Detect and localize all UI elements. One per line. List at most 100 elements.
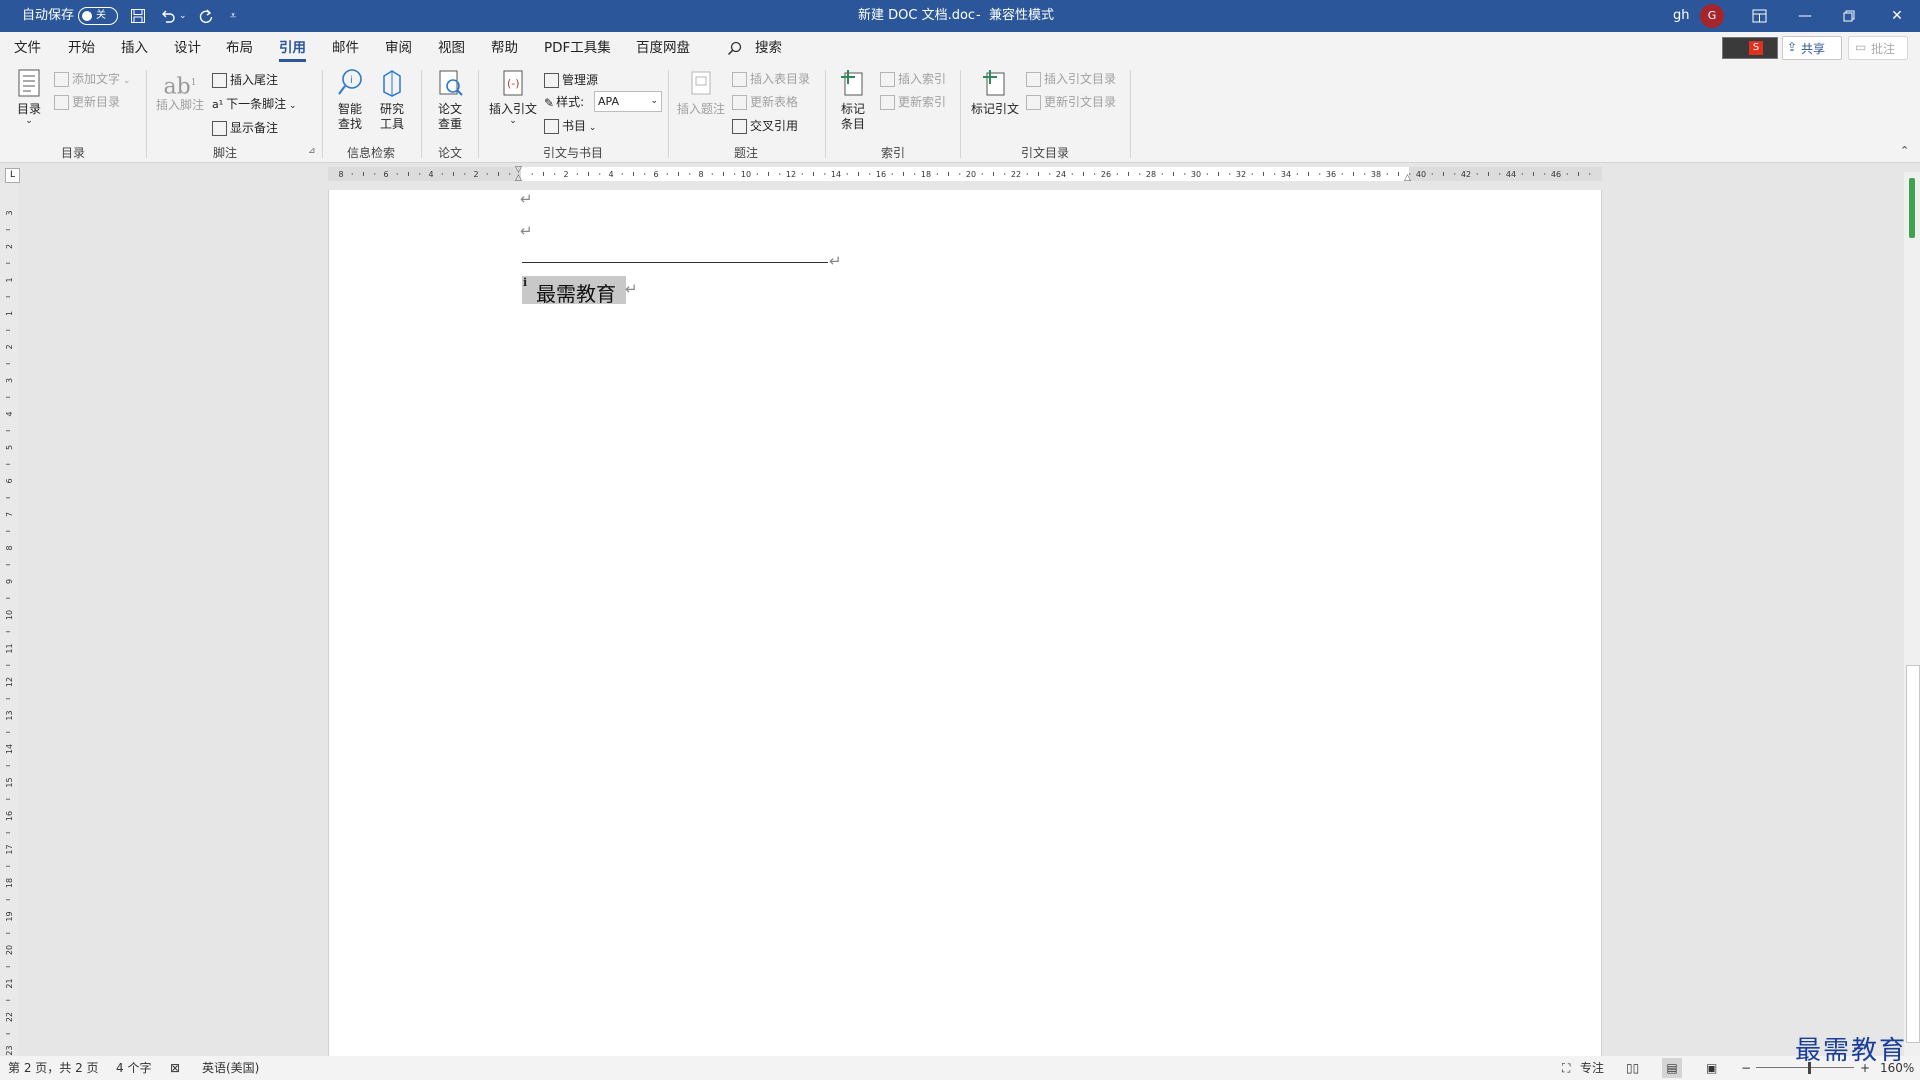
share-button[interactable]: ⇪ 共享 <box>1782 36 1842 60</box>
print-layout-icon[interactable]: ▤ <box>1662 1058 1682 1078</box>
insert-citation-dropdown-icon: ⌄ <box>509 116 517 126</box>
svg-text:(-): (-) <box>507 77 520 90</box>
footnote-text[interactable]: 最需教育 <box>536 278 616 307</box>
autosave-toggle[interactable]: 关 <box>78 7 118 25</box>
update-toa-label: 更新引文目录 <box>1044 95 1117 109</box>
word-count[interactable]: 4 个字 <box>116 1056 151 1080</box>
tab-help[interactable]: 帮助 <box>491 32 518 64</box>
vruler-number: 2 <box>5 344 14 349</box>
avatar[interactable]: G <box>1700 4 1724 28</box>
add-text-label: 添加文字 <box>72 72 121 86</box>
vruler-number: 1 <box>5 277 14 282</box>
ribbon-display-icon[interactable] <box>1752 9 1767 23</box>
ruler-number: 18 <box>921 170 931 179</box>
manage-sources-button[interactable]: 管理源 <box>544 71 598 88</box>
svg-text:i: i <box>350 75 353 86</box>
cross-reference-button[interactable]: 交叉引用 <box>732 117 798 134</box>
insert-caption-button[interactable]: 插入题注 <box>676 68 726 117</box>
citation-style-select[interactable]: APA ⌄ <box>594 91 662 112</box>
update-toc-button[interactable]: 更新目录 <box>54 93 120 110</box>
tab-design[interactable]: 设计 <box>174 32 201 64</box>
insert-index-button[interactable]: 插入索引 <box>880 70 946 87</box>
undo-icon[interactable] <box>160 8 176 24</box>
cross-reference-icon <box>732 119 747 134</box>
next-footnote-label: 下一条脚注 <box>226 97 287 111</box>
vertical-scrollbar[interactable] <box>1904 172 1920 1056</box>
tab-insert[interactable]: 插入 <box>121 32 148 64</box>
insert-endnote-button[interactable]: 插入尾注 <box>212 71 278 88</box>
cross-reference-label: 交叉引用 <box>750 119 799 133</box>
vruler-number: 8 <box>5 545 14 550</box>
redo-icon[interactable] <box>198 8 214 24</box>
proofing-icon[interactable]: ⊠ <box>170 1056 180 1080</box>
undo-dropdown-icon[interactable]: ⌄ <box>179 0 187 32</box>
tab-layout[interactable]: 布局 <box>226 32 253 64</box>
toc-label: 目录 <box>16 102 41 116</box>
ime-toolbar[interactable]: S <box>1722 37 1778 59</box>
footnote-separator <box>522 262 828 263</box>
next-footnote-icon: a¹ <box>212 98 224 111</box>
search-icon[interactable] <box>727 41 742 56</box>
tab-file[interactable]: 文件 <box>14 32 41 64</box>
user-name[interactable]: gh <box>1673 0 1690 32</box>
tab-review[interactable]: 审阅 <box>385 32 412 64</box>
update-index-button[interactable]: 更新索引 <box>880 93 946 110</box>
insert-toa-button[interactable]: 插入引文目录 <box>1026 70 1116 87</box>
focus-icon[interactable]: ⛶ <box>1562 1056 1570 1080</box>
tab-selector-icon[interactable]: L <box>5 168 20 183</box>
tab-view[interactable]: 视图 <box>438 32 465 64</box>
add-text-button[interactable]: 添加文字 ⌄ <box>54 70 130 87</box>
watermark-text: 最需教育 <box>1795 1036 1908 1066</box>
language-indicator[interactable]: 英语(美国) <box>202 1056 259 1080</box>
update-table-button[interactable]: 更新表格 <box>732 93 798 110</box>
right-indent-icon[interactable]: △ <box>1404 173 1411 183</box>
hanging-indent-icon[interactable]: △ <box>515 173 522 183</box>
zoom-slider[interactable] <box>1756 1067 1854 1068</box>
tab-home[interactable]: 开始 <box>68 32 95 64</box>
mark-entry-button[interactable]: 标记 条目 <box>834 68 872 132</box>
tab-references[interactable]: 引用 <box>279 32 306 64</box>
ruler-number: 16 <box>876 170 886 179</box>
minimize-icon[interactable]: — <box>1782 0 1828 32</box>
save-icon[interactable] <box>130 8 146 24</box>
toc-button[interactable]: 目录 ⌄ <box>12 68 46 126</box>
close-icon[interactable]: ✕ <box>1874 0 1920 32</box>
smart-lookup-button[interactable]: i 智能 查找 <box>332 68 368 132</box>
restore-icon[interactable] <box>1843 10 1856 23</box>
ribbon-tabs: 文件 开始 插入 设计 布局 引用 邮件 审阅 视图 帮助 PDF工具集 百度网… <box>0 32 1920 64</box>
document-page[interactable]: ↵ ↵ ↵ i 最需教育 ↵ <box>328 190 1602 1056</box>
tab-pdf-tools[interactable]: PDF工具集 <box>544 32 611 64</box>
scrollbar-thumb[interactable] <box>1906 665 1920 1043</box>
mark-entry-label-2: 条目 <box>840 117 865 131</box>
comment-button[interactable]: ▭ 批注 <box>1848 36 1908 60</box>
tab-baidu-netdisk[interactable]: 百度网盘 <box>636 32 690 64</box>
bibliography-button[interactable]: 书目 ⌄ <box>544 117 596 134</box>
customize-qat-icon[interactable]: ⩡ <box>230 0 236 32</box>
insert-table-of-figures-button[interactable]: 插入表目录 <box>732 70 810 87</box>
search-box[interactable]: 搜索 <box>755 32 782 64</box>
focus-mode-label[interactable]: 专注 <box>1580 1056 1604 1080</box>
ruler-number: 4 <box>428 170 433 179</box>
mark-citation-label: 标记引文 <box>970 102 1019 116</box>
web-layout-icon[interactable]: ▣ <box>1706 1056 1717 1080</box>
plagiarism-check-button[interactable]: 论文 查重 <box>432 68 468 132</box>
insert-footnote-button[interactable]: ab1 插入脚注 <box>154 68 206 113</box>
update-toa-button[interactable]: 更新引文目录 <box>1026 93 1116 110</box>
horizontal-ruler[interactable]: 8 6 4 2 2 4 6 8 10 12 14 16 18 20 22 24 26 28 30 32 34 36 38 40… <box>328 165 1602 183</box>
vruler-number: 10 <box>5 610 14 620</box>
read-mode-icon[interactable]: ▯▯ <box>1626 1056 1639 1080</box>
researcher-button[interactable]: 研究 工具 <box>374 68 410 132</box>
group-label-footnotes: 脚注 <box>212 146 237 160</box>
mark-citation-button[interactable]: 标记引文 <box>968 68 1022 117</box>
next-footnote-button[interactable]: a¹ 下一条脚注 ⌄ <box>212 95 297 112</box>
vertical-ruler[interactable]: 3 2 1 1 2 3 4 5 6 7 8 9 10 11 12 13 14 15 16 17 18 19 20 21 22 23 <box>0 183 18 1055</box>
zoom-out-button[interactable]: − <box>1741 1056 1751 1080</box>
page-count[interactable]: 第 2 页，共 2 页 <box>8 1056 99 1080</box>
vruler-number: 4 <box>5 411 14 416</box>
show-notes-button[interactable]: 显示备注 <box>212 119 278 136</box>
footnote-dialog-launcher-icon[interactable]: ⊿ <box>308 146 316 156</box>
collapse-ribbon-icon[interactable]: ⌃ <box>1900 144 1909 157</box>
ruler-number: 38 <box>1371 170 1381 179</box>
tab-mailings[interactable]: 邮件 <box>332 32 359 64</box>
insert-citation-button[interactable]: (-) 插入引文 ⌄ <box>488 68 538 126</box>
